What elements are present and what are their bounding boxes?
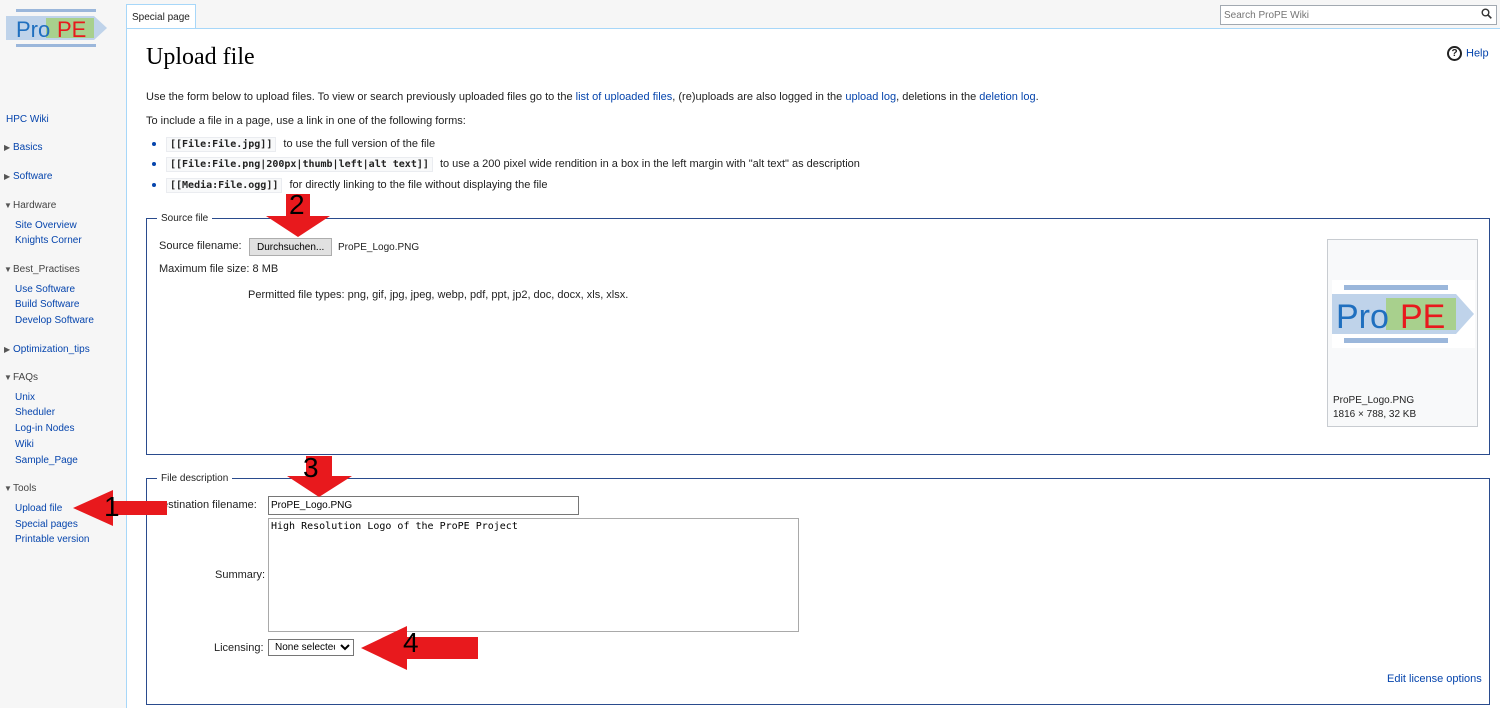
source-filename-label: Source filename: (159, 240, 242, 252)
thumb-dimensions: 1816 × 788, 32 KB (1333, 409, 1417, 420)
nav-upload-file[interactable]: Upload file (15, 503, 62, 514)
annotation-arrow-left-icon (73, 490, 167, 526)
browse-button[interactable]: Durchsuchen... (249, 238, 333, 256)
chevron-down-icon: ▼ (4, 201, 12, 210)
nav-develop-software[interactable]: Develop Software (15, 315, 94, 326)
portlet-label: Best_Practises (13, 264, 80, 275)
logo-text-pro: Pro (1336, 298, 1389, 336)
licensing-select[interactable]: None selected (268, 639, 354, 656)
nav-printable-version[interactable]: Printable version (15, 534, 89, 545)
portlet-optimization-tips[interactable]: ▶ Optimization_tips (4, 344, 90, 355)
annotation-arrow-left-icon (361, 626, 478, 670)
form-description: for directly linking to the file without… (289, 179, 548, 191)
summary-textarea[interactable]: High Resolution Logo of the ProPE Projec… (268, 518, 799, 632)
portlet-label: Basics (13, 142, 43, 153)
search-icon[interactable] (1481, 8, 1492, 22)
annotation-arrow-down-icon (287, 456, 352, 497)
prope-logo-icon: Pro PE (6, 9, 107, 47)
wikitext-code: [[File:File.png|200px|thumb|left|alt tex… (166, 157, 433, 172)
logo-text-pe: PE (1400, 298, 1445, 336)
chevron-down-icon: ▼ (4, 265, 12, 274)
uploaded-files-link[interactable]: list of uploaded files (576, 91, 673, 103)
permitted-file-types: Permitted file types: png, gif, jpg, jpe… (248, 289, 629, 301)
nav-build-software[interactable]: Build Software (15, 299, 79, 310)
wikitext-code: [[Media:File.ogg]] (166, 178, 283, 193)
nav-login-nodes[interactable]: Log-in Nodes (15, 423, 74, 434)
thumb-filename: ProPE_Logo.PNG (1333, 395, 1415, 406)
include-paragraph: To include a file in a page, use a link … (146, 115, 466, 127)
nav-use-software[interactable]: Use Software (15, 284, 75, 295)
search-input[interactable] (1221, 6, 1471, 24)
annotation-number: 4 (403, 627, 419, 658)
portlet-best-practises[interactable]: ▼Best_Practises (4, 264, 80, 275)
logo-text-pro: Pro (16, 17, 50, 42)
chevron-down-icon: ▼ (4, 373, 12, 382)
nav-sheduler[interactable]: Sheduler (15, 407, 55, 418)
portlet-label: Software (13, 171, 53, 182)
list-item: [[File:File.jpg]] to use the full versio… (152, 137, 436, 152)
intro-text: , deletions in the (896, 91, 980, 103)
summary-label: Summary: (215, 569, 266, 581)
destination-filename-label: estination filename: (162, 499, 257, 511)
nav-wiki[interactable]: Wiki (15, 439, 34, 450)
sidebar: Pro PE HPC Wiki ▶ Basics ▶ Software ▼Hardw… (0, 0, 126, 708)
chosen-file-name: ProPE_Logo.PNG (338, 242, 420, 253)
annotation-number: 1 (104, 491, 120, 522)
portlet-label: FAQs (13, 372, 39, 383)
portlet-tools[interactable]: ▼Tools (4, 483, 36, 494)
intro-text: , (re)uploads are also logged in the (672, 91, 846, 103)
intro-text: Use the form below to upload files. To v… (146, 91, 576, 103)
form-description: to use the full version of the file (283, 138, 436, 150)
portlet-label: Optimization_tips (13, 344, 90, 355)
edit-license-options-link[interactable]: Edit license options (1387, 673, 1482, 685)
chevron-down-icon: ▼ (4, 484, 12, 493)
portlet-basics[interactable]: ▶ Basics (4, 142, 42, 153)
file-preview-thumbnail: Pro PE ProPE_Logo.PNG 1816 × 788, 32 KB (1327, 239, 1478, 427)
deletion-log-link[interactable]: deletion log (979, 91, 1035, 103)
licensing-label: Licensing: (214, 642, 264, 654)
site-logo[interactable]: Pro PE (6, 6, 108, 50)
portlet-software[interactable]: ▶ Software (4, 171, 52, 182)
portlet-label: Hardware (13, 200, 57, 211)
page-title: Upload file (146, 44, 255, 70)
chevron-right-icon: ▶ (4, 143, 11, 152)
form-description: to use a 200 pixel wide rendition in a b… (439, 158, 860, 170)
portlet-faqs[interactable]: ▼FAQs (4, 372, 38, 383)
help-label: Help (1466, 47, 1489, 60)
list-item: [[File:File.png|200px|thumb|left|alt tex… (152, 157, 860, 172)
portlet-label: Tools (13, 483, 37, 494)
nav-site-overview[interactable]: Site Overview (15, 220, 77, 231)
logo-text-pe: PE (57, 17, 86, 42)
help-link[interactable]: ? Help (1447, 46, 1489, 61)
intro-paragraph: Use the form below to upload files. To v… (146, 91, 1039, 103)
upload-log-link[interactable]: upload log (845, 91, 896, 103)
chevron-right-icon: ▶ (4, 172, 11, 181)
search-box (1220, 5, 1497, 25)
prope-logo-icon: Pro PE (1332, 285, 1474, 343)
nav-special-pages[interactable]: Special pages (15, 519, 78, 530)
nav-knights-corner[interactable]: Knights Corner (15, 235, 82, 246)
file-description-legend: File description (161, 473, 229, 484)
nav-main-page[interactable]: HPC Wiki (6, 114, 49, 125)
portlet-hardware[interactable]: ▼Hardware (4, 200, 56, 211)
preview-image: Pro PE (1332, 280, 1475, 348)
tab-special-page[interactable]: Special page (126, 4, 196, 29)
nav-sample-page[interactable]: Sample_Page (15, 455, 78, 466)
wikitext-code: [[File:File.jpg]] (166, 137, 277, 152)
max-file-size: Maximum file size: 8 MB (159, 263, 279, 275)
intro-text: . (1035, 91, 1039, 103)
nav-unix[interactable]: Unix (15, 392, 35, 403)
destination-filename-input[interactable] (268, 496, 579, 515)
annotation-number: 3 (303, 452, 319, 483)
annotation-number: 2 (289, 189, 305, 220)
help-icon: ? (1447, 46, 1462, 61)
source-file-legend: Source file (161, 213, 209, 224)
chevron-right-icon: ▶ (4, 345, 11, 354)
list-item: [[Media:File.ogg]] for directly linking … (152, 178, 548, 193)
